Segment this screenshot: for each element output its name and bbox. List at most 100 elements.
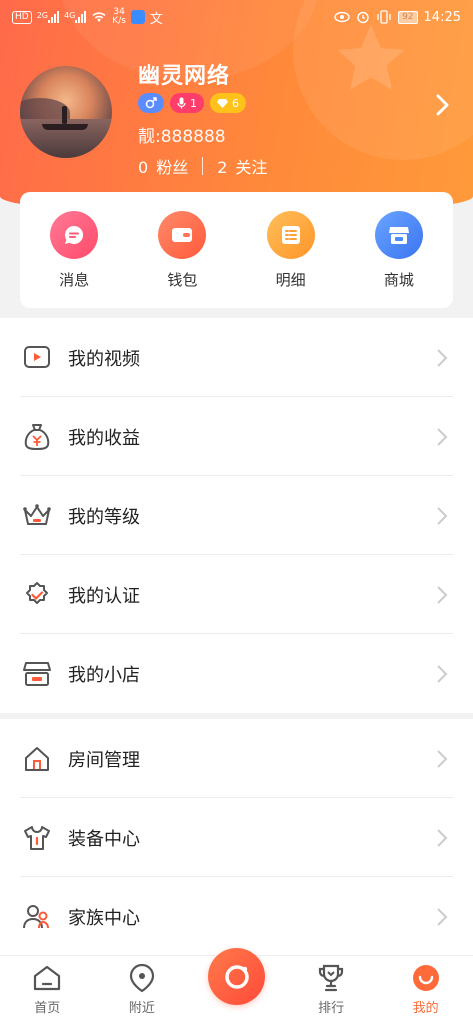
wealth-level-badge: 6 [210, 93, 246, 113]
quick-actions-card: 消息 钱包 明细 商城 [20, 192, 453, 308]
smile-icon [411, 963, 441, 993]
location-pin-icon [127, 963, 157, 993]
family-icon [22, 902, 52, 932]
profile-chevron-right-icon[interactable] [431, 92, 453, 118]
signal-bars-icon [75, 11, 87, 23]
battery-icon: 92 [398, 10, 418, 24]
menu-item-label: 装备中心 [68, 828, 140, 850]
following-label: 关注 [235, 158, 268, 177]
signal-4g: 4G [64, 11, 87, 23]
gender-badge [138, 93, 164, 113]
avatar-figure [62, 106, 67, 124]
menu-item-label: 我的视频 [68, 348, 140, 370]
avatar[interactable] [20, 66, 112, 158]
quick-action-label: 商城 [383, 270, 414, 289]
network-type-label: 2G [36, 11, 48, 20]
chevron-right-icon [437, 506, 448, 525]
shirt-icon [22, 823, 52, 853]
wealth-level-value: 6 [232, 96, 239, 110]
chevron-right-icon [437, 348, 448, 367]
chevron-right-icon [437, 907, 448, 926]
following-stat[interactable]: 2 关注 [217, 154, 267, 178]
network-type-label: 4G [64, 11, 76, 20]
chevron-right-icon [437, 664, 448, 683]
menu-item-label: 我的等级 [68, 506, 140, 528]
microphone-icon [177, 97, 186, 109]
tab-label: 我的 [412, 1001, 439, 1016]
quick-action-shop[interactable]: 商城 [351, 210, 447, 290]
eye-icon [334, 11, 350, 23]
beauty-id: 靓:888888 [138, 127, 226, 147]
anchor-level-badge: 1 [170, 93, 204, 113]
tab-home[interactable]: 首页 [0, 956, 95, 1024]
house-icon [22, 744, 52, 774]
menu-item-my-store[interactable]: 我的小店 [0, 634, 473, 713]
user-badges: 1 6 [138, 93, 246, 113]
menu-item-label: 我的小店 [68, 664, 140, 686]
anchor-level-value: 1 [190, 96, 197, 110]
menu-section-management: 房间管理 装备中心 家族中心 [0, 719, 473, 955]
male-icon [145, 97, 157, 109]
divider [202, 157, 204, 175]
diamond-icon [217, 99, 228, 108]
fans-count: 0 [138, 158, 149, 177]
list-icon [266, 210, 315, 259]
go-live-button[interactable] [208, 948, 265, 1005]
alarm-icon [357, 11, 369, 24]
fans-label: 粉丝 [156, 158, 189, 177]
follow-stats: 0 粉丝 2 关注 [138, 154, 267, 178]
menu-item-label: 房间管理 [68, 749, 140, 771]
tab-label: 首页 [34, 1001, 61, 1016]
app-notification-icon [130, 10, 145, 24]
store-icon [22, 659, 52, 689]
camera-lens-icon [224, 964, 249, 989]
menu-item-label: 我的认证 [68, 585, 140, 607]
network-speed: 34 K/s [112, 8, 126, 26]
message-icon [50, 210, 99, 259]
wallet-icon [158, 210, 207, 259]
fans-stat[interactable]: 0 粉丝 [138, 154, 188, 178]
menu-item-equipment-center[interactable]: 装备中心 [0, 798, 473, 877]
tab-rank[interactable]: 排行 [284, 956, 379, 1024]
chevron-right-icon [437, 427, 448, 446]
quick-action-message[interactable]: 消息 [26, 210, 122, 290]
shop-icon [374, 210, 423, 259]
certified-icon [22, 580, 52, 610]
username: 幽灵网络 [138, 64, 231, 89]
quick-action-label: 钱包 [167, 270, 198, 289]
chevron-right-icon [437, 585, 448, 604]
quick-action-wallet[interactable]: 钱包 [134, 210, 230, 290]
money-bag-icon [22, 422, 52, 452]
tab-label: 附近 [128, 1001, 155, 1016]
translate-icon: 文 [149, 11, 163, 27]
vibrate-icon [377, 10, 391, 24]
menu-item-label: 家族中心 [68, 907, 140, 929]
menu-item-room-management[interactable]: 房间管理 [0, 719, 473, 798]
speed-unit: K/s [112, 16, 126, 26]
menu-item-my-level[interactable]: 我的等级 [0, 476, 473, 555]
avatar-boat [42, 124, 88, 130]
crown-icon [22, 501, 52, 531]
menu-item-my-certification[interactable]: 我的认证 [0, 555, 473, 634]
menu-item-my-videos[interactable]: 我的视频 [0, 318, 473, 397]
menu-section-personal: 我的视频 我的收益 我的等级 我的认证 我的小店 [0, 318, 473, 713]
tab-nearby[interactable]: 附近 [95, 956, 190, 1024]
tab-label: 排行 [318, 1001, 345, 1016]
menu-item-my-earnings[interactable]: 我的收益 [0, 397, 473, 476]
video-icon [22, 343, 52, 373]
trophy-icon [316, 963, 346, 993]
quick-action-label: 消息 [59, 270, 90, 289]
chevron-right-icon [437, 828, 448, 847]
home-icon [32, 963, 62, 993]
menu-item-label: 我的收益 [68, 427, 140, 449]
chevron-right-icon [437, 749, 448, 768]
tab-mine[interactable]: 我的 [378, 956, 473, 1024]
quick-action-details[interactable]: 明细 [243, 210, 339, 290]
signal-bars-icon [48, 11, 59, 23]
hd-indicator: HD [12, 10, 32, 24]
signal-2g: 2G [37, 11, 59, 23]
wifi-icon [92, 12, 106, 22]
quick-action-label: 明细 [275, 270, 306, 289]
menu-item-family-center[interactable]: 家族中心 [0, 877, 473, 955]
status-bar: HD 2G 4G 34 K/s 文 92 14:25 [0, 0, 473, 34]
